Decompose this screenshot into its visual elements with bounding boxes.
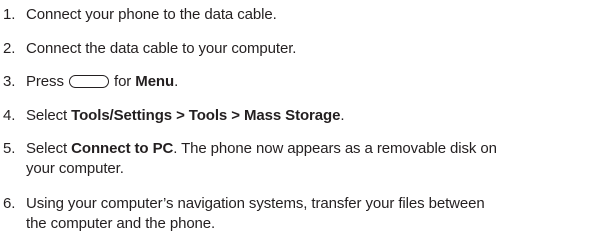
step-number: 5. [3, 140, 16, 157]
step-text: Connect the data cable to your computer. [26, 40, 297, 57]
step-text: Connect your phone to the data cable. [26, 6, 277, 23]
step-text-end: . [340, 107, 345, 124]
step-number: 6. [3, 195, 16, 212]
step-text: Press for Menu. [26, 72, 592, 92]
step-text-before: Press [26, 73, 64, 90]
step-text-before: Select [26, 140, 68, 157]
step-text: Select Connect to PC. The phone now appe… [26, 139, 592, 179]
step-text-before: Select [26, 107, 68, 124]
step-number: 4. [3, 107, 16, 124]
step-text-line: the computer and the phone. [26, 215, 216, 232]
menu-label: Menu [135, 73, 175, 90]
step-text-after: for [114, 73, 132, 90]
step-text-line: Using your computer’s navigation systems… [26, 195, 485, 212]
step-text-line: Select Connect to PC. The phone now appe… [26, 139, 592, 159]
step-number: 2. [3, 40, 16, 57]
step-text: Using your computer’s navigation systems… [26, 194, 592, 234]
menu-path: Tools/Settings > Tools > Mass Storage [71, 107, 341, 124]
step-text-after: . The phone now appears as a removable d… [173, 140, 497, 157]
option-label: Connect to PC [71, 140, 174, 157]
step-text: Select Tools/Settings > Tools > Mass Sto… [26, 106, 592, 126]
step-number: 3. [3, 73, 16, 90]
step-number: 1. [3, 6, 16, 23]
step-text-end: . [174, 73, 179, 90]
menu-softkey-icon [68, 75, 109, 88]
step-text-line: your computer. [26, 160, 124, 177]
